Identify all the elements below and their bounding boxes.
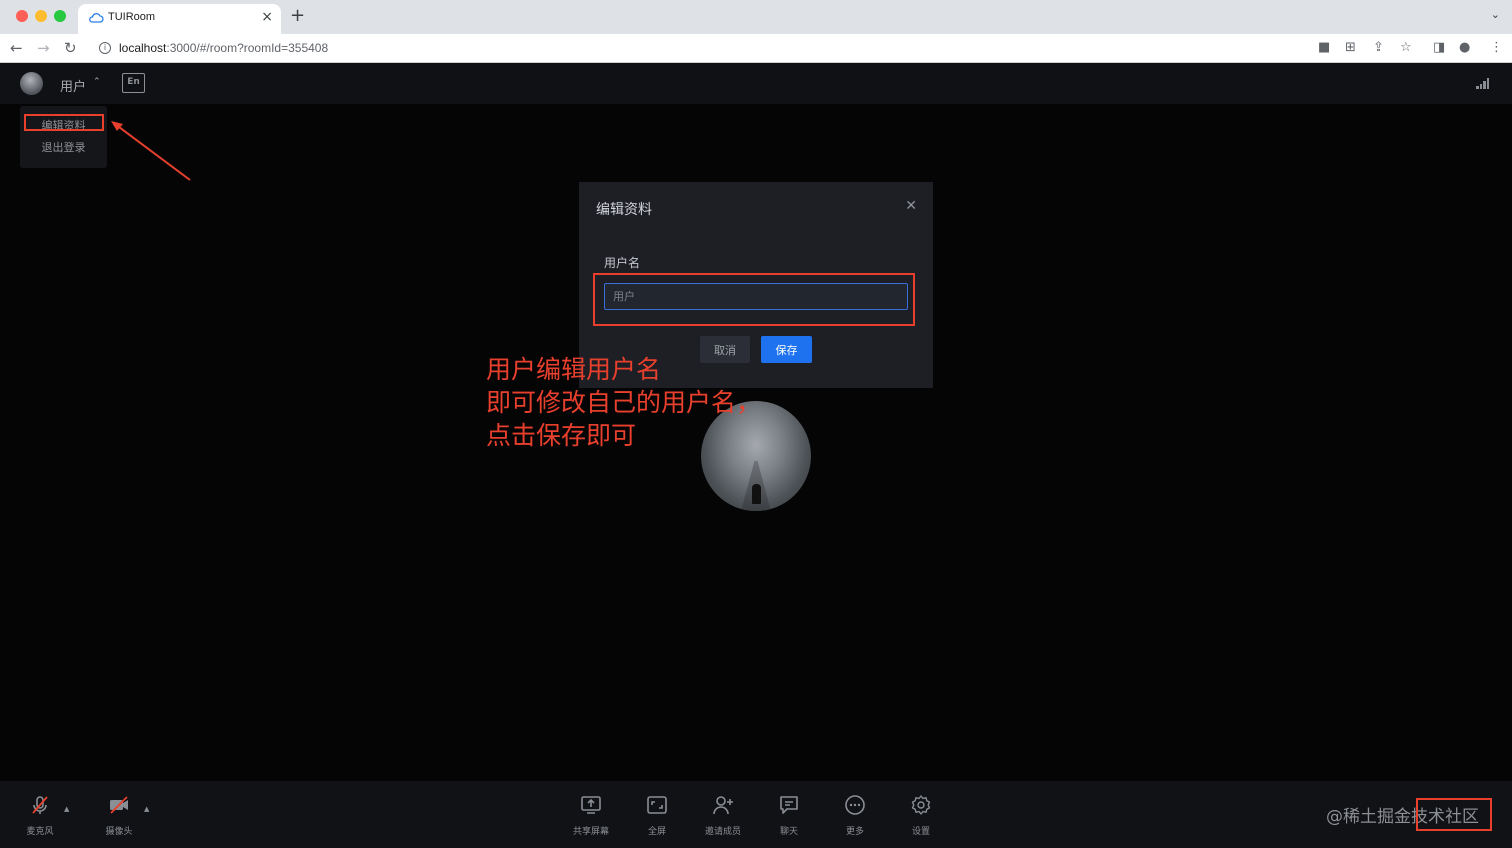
window-minimize-button[interactable]: [35, 10, 47, 22]
new-tab-button[interactable]: +: [290, 5, 305, 26]
more-icon: [845, 795, 865, 815]
user-name-toggle[interactable]: 用户: [60, 76, 86, 95]
back-icon[interactable]: ←: [10, 39, 23, 57]
highlight-box-edit-profile: [24, 114, 104, 131]
share-screen-label: 共享屏幕: [572, 827, 609, 837]
mic-label: 麦克风: [26, 827, 54, 837]
window-close-button[interactable]: [16, 10, 28, 22]
settings-button[interactable]: 设置: [891, 781, 951, 848]
camera-label: 摄像头: [105, 827, 133, 837]
bookmark-star-icon[interactable]: ☆: [1400, 40, 1412, 55]
window-maximize-button[interactable]: [54, 10, 66, 22]
browser-toolbar: ← → ↻ i localhost:3000/#/room?roomId=355…: [0, 34, 1512, 63]
share-icon[interactable]: ⇪: [1373, 40, 1384, 55]
address-bar[interactable]: i localhost:3000/#/room?roomId=355408: [90, 37, 1420, 60]
highlight-box-watermark: [1416, 798, 1492, 831]
side-panel-icon[interactable]: ◨: [1433, 40, 1445, 55]
save-button[interactable]: 保存: [761, 336, 812, 363]
mic-button[interactable]: 麦克风: [10, 781, 70, 848]
site-info-icon[interactable]: i: [99, 42, 111, 54]
fullscreen-icon: [647, 796, 667, 814]
forward-icon[interactable]: →: [37, 39, 50, 57]
fullscreen-label: 全屏: [647, 827, 666, 837]
more-button[interactable]: 更多: [825, 781, 885, 848]
browser-tab[interactable]: TUIRoom ×: [78, 4, 281, 34]
camera-in-use-icon[interactable]: ■: [1318, 40, 1330, 55]
share-screen-icon: [581, 796, 601, 814]
mic-options-chevron-icon[interactable]: ▲: [64, 805, 69, 813]
url-host: localhost: [119, 41, 167, 55]
tab-title: TUIRoom: [108, 11, 156, 23]
tab-close-icon[interactable]: ×: [261, 9, 273, 25]
bottom-toolbar: 麦克风 ▲ 摄像头 ▲ 共享屏幕 全屏 邀请成员 聊天 更多 设置: [0, 781, 1512, 848]
username-label: 用户名: [604, 256, 641, 270]
close-icon[interactable]: ✕: [905, 198, 917, 214]
chat-label: 聊天: [779, 827, 798, 837]
browser-menu-icon[interactable]: ⋮: [1490, 40, 1503, 55]
chevron-up-icon[interactable]: ⌃: [93, 77, 101, 87]
network-signal-icon: [1476, 78, 1490, 89]
settings-label: 设置: [911, 827, 930, 837]
app-header: 用户 ⌃ En: [0, 63, 1512, 104]
fullscreen-button[interactable]: 全屏: [627, 781, 687, 848]
tab-search-icon[interactable]: ⌄: [1491, 8, 1500, 21]
camera-button[interactable]: 摄像头: [89, 781, 149, 848]
annotation-text: 用户编辑用户名 即可修改自己的用户名， 点击保存即可: [486, 355, 762, 450]
user-avatar[interactable]: [20, 72, 43, 95]
camera-off-icon: [110, 796, 128, 814]
profile-icon[interactable]: ●: [1459, 40, 1470, 55]
more-label: 更多: [845, 827, 864, 837]
highlight-box-username: [593, 273, 915, 326]
mic-muted-icon: [32, 796, 48, 814]
gear-icon: [911, 795, 931, 815]
reload-icon[interactable]: ↻: [64, 39, 77, 57]
chat-button[interactable]: 聊天: [759, 781, 819, 848]
annotation-arrow: [111, 121, 191, 181]
url-path: :3000/#/room?roomId=355408: [166, 41, 329, 55]
cloud-icon: [89, 13, 104, 23]
invite-label: 邀请成员: [704, 827, 741, 837]
chat-icon: [780, 796, 798, 814]
language-switch-icon[interactable]: En: [122, 73, 145, 93]
add-user-icon: [713, 796, 733, 815]
browser-tabbar: TUIRoom × + ⌄: [0, 0, 1512, 34]
translate-icon[interactable]: ⊞: [1345, 40, 1356, 55]
url-text: localhost:3000/#/room?roomId=355408: [119, 41, 328, 55]
menu-item-logout[interactable]: 退出登录: [20, 139, 107, 155]
share-screen-button[interactable]: 共享屏幕: [561, 781, 621, 848]
camera-options-chevron-icon[interactable]: ▲: [144, 805, 149, 813]
invite-button[interactable]: 邀请成员: [693, 781, 753, 848]
dialog-title: 编辑资料: [596, 202, 652, 218]
